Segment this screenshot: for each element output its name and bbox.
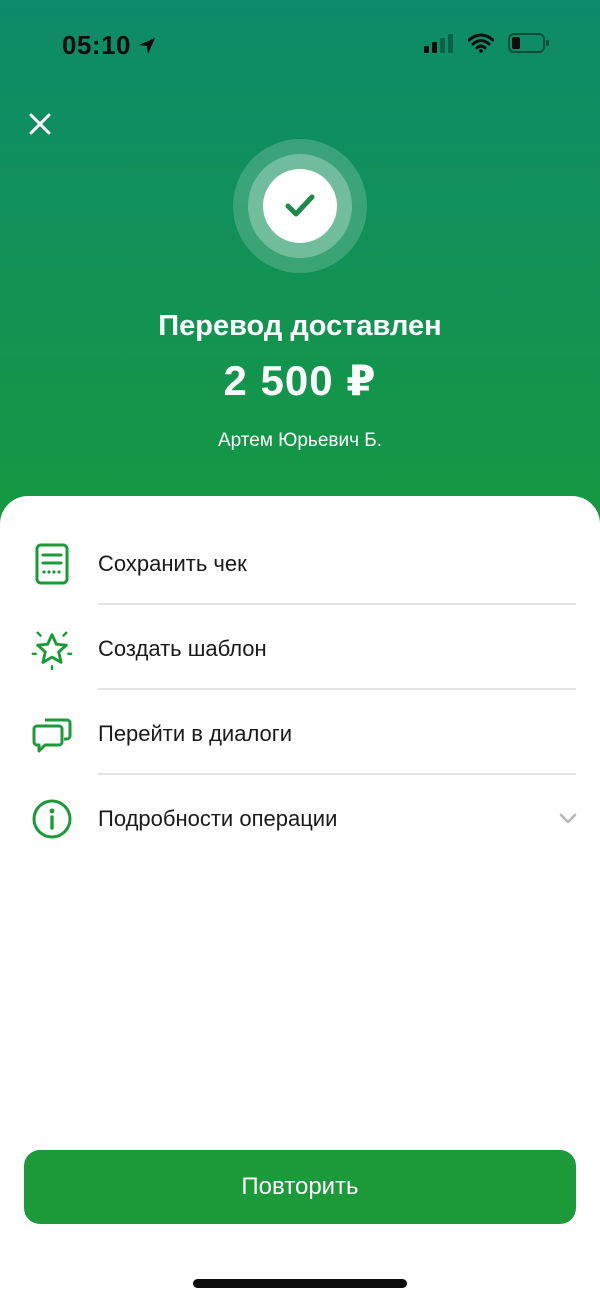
location-arrow-icon [139, 37, 155, 54]
close-icon [29, 113, 51, 135]
receipt-icon [30, 542, 74, 586]
create-template-row[interactable]: Создать шаблон [0, 605, 600, 690]
operation-details-label: Подробности операции [98, 806, 338, 831]
chevron-down-icon[interactable] [558, 809, 578, 829]
wifi-icon [468, 33, 494, 53]
chat-bubbles-icon [30, 712, 74, 756]
transfer-amount: 2 500 ₽ [223, 357, 377, 404]
status-time: 05:10 [62, 30, 157, 61]
status-icons [424, 32, 550, 54]
operation-details-row[interactable]: Подробности операции [0, 775, 600, 860]
info-icon [30, 797, 74, 841]
go-to-dialogs-row[interactable]: Перейти в диалоги [0, 690, 600, 775]
save-receipt-row[interactable]: Сохранить чек [0, 520, 600, 605]
repeat-button[interactable]: Повторить [24, 1150, 576, 1224]
home-indicator[interactable] [193, 1279, 407, 1288]
status-bar: 05:10 [0, 0, 600, 90]
repeat-button-label: Повторить [241, 1173, 359, 1200]
star-icon [30, 627, 74, 671]
cellular-signal-icon [424, 34, 453, 53]
transfer-status-title: Перевод доставлен [158, 310, 442, 342]
create-template-label: Создать шаблон [98, 636, 267, 661]
go-to-dialogs-label: Перейти в диалоги [98, 721, 293, 746]
success-circle [263, 169, 337, 243]
recipient-name: Артем Юрьевич Б. [217, 430, 383, 451]
battery-icon [508, 33, 549, 53]
checkmark-icon [285, 194, 315, 217]
status-time-text: 05:10 [62, 30, 131, 60]
save-receipt-label: Сохранить чек [98, 551, 247, 576]
close-button[interactable] [22, 106, 58, 142]
success-badge [233, 139, 367, 273]
success-ring [248, 154, 352, 258]
